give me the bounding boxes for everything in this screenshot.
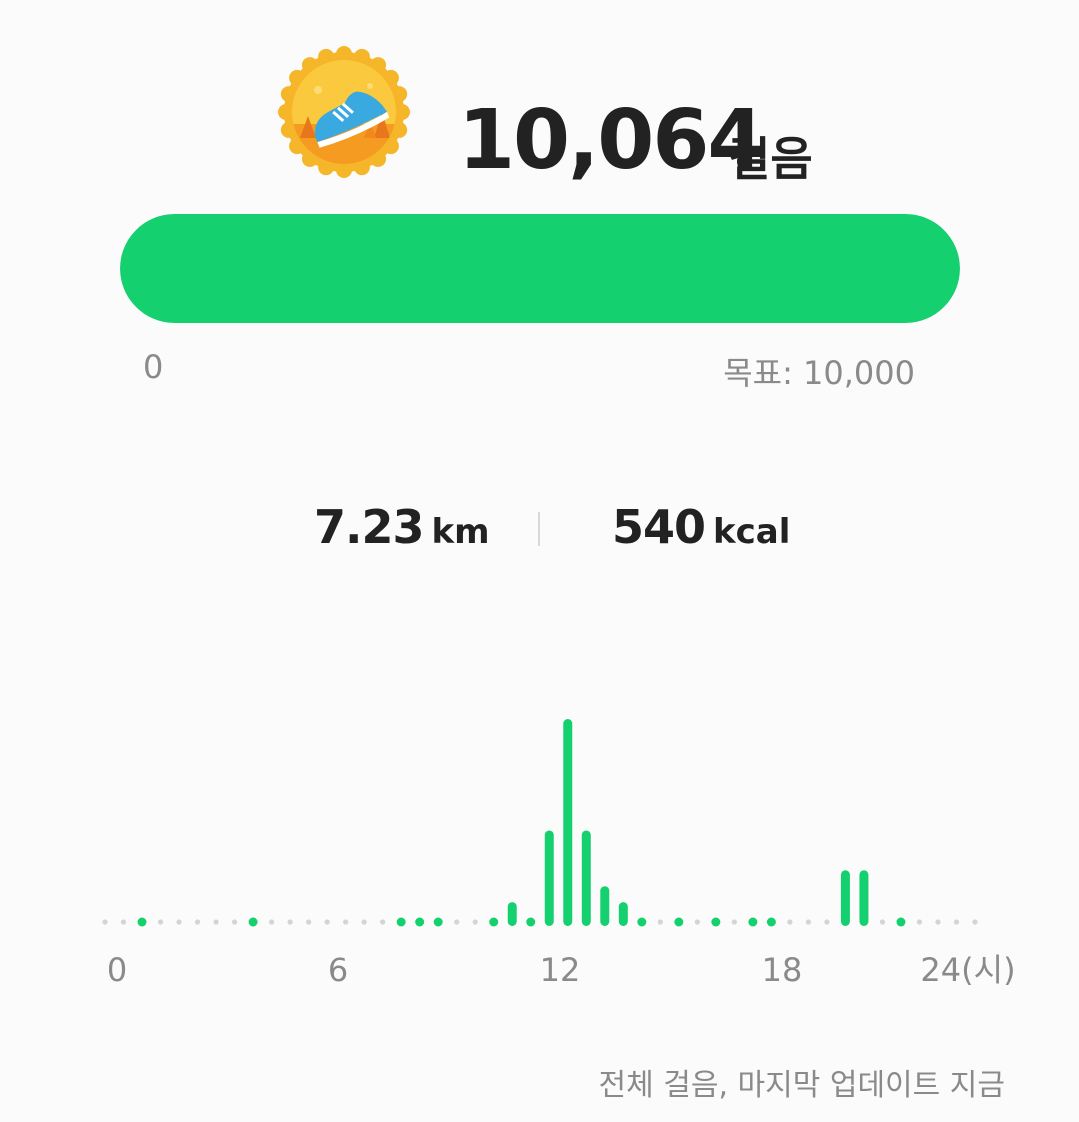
distance-value: 7.23 bbox=[314, 500, 424, 554]
chart-bar bbox=[766, 917, 776, 927]
distance-unit: km bbox=[431, 512, 490, 552]
chart-bar bbox=[507, 902, 517, 926]
chart-bar bbox=[526, 917, 536, 927]
chart-empty-dot bbox=[694, 919, 700, 925]
chart-empty-dot bbox=[176, 919, 182, 925]
chart-empty-dot bbox=[935, 919, 941, 925]
progress-goal-label: 목표: 10,000 bbox=[723, 354, 915, 392]
step-count-unit: 걸음 bbox=[728, 132, 813, 186]
stats-divider bbox=[538, 512, 540, 546]
x-tick-label: 6 bbox=[328, 951, 348, 989]
calories-value: 540 bbox=[612, 500, 706, 554]
chart-empty-dot bbox=[805, 919, 812, 925]
chart-empty-dot bbox=[972, 919, 978, 925]
chart-bar bbox=[581, 830, 591, 926]
chart-bar bbox=[396, 917, 406, 927]
chart-bar bbox=[896, 917, 906, 927]
chart-empty-dot bbox=[287, 919, 293, 925]
activity-stats: 7.23 km 540 kcal bbox=[0, 500, 1079, 560]
distance-stat: 7.23 km bbox=[314, 500, 490, 554]
chart-empty-dot bbox=[454, 919, 460, 925]
chart-bar bbox=[544, 830, 554, 926]
step-goal-progress-fill bbox=[120, 214, 960, 323]
chart-empty-dot bbox=[213, 919, 219, 925]
step-goal-progress-bar bbox=[120, 214, 960, 323]
hourly-steps-chart-svg: 0 6 12 18 24(시) bbox=[102, 719, 1016, 989]
chart-empty-dot bbox=[657, 919, 663, 925]
hourly-steps-chart: 0 6 12 18 24(시) bbox=[0, 700, 1079, 1000]
chart-empty-dot bbox=[194, 919, 201, 925]
chart-empty-dot bbox=[916, 919, 923, 925]
chart-bar bbox=[415, 917, 425, 927]
chart-bar bbox=[840, 870, 850, 926]
chart-empty-dot bbox=[120, 919, 127, 925]
x-tick-label: 0 bbox=[107, 951, 127, 989]
chart-empty-dot bbox=[380, 919, 386, 925]
chart-empty-dot bbox=[879, 919, 886, 925]
x-tick-label: 12 bbox=[540, 951, 581, 989]
chart-empty-dot bbox=[157, 919, 164, 925]
chart-bar bbox=[433, 917, 443, 927]
chart-bar bbox=[674, 917, 684, 927]
chart-bar bbox=[489, 917, 499, 927]
x-tick-label: 24(시) bbox=[920, 951, 1015, 989]
chart-bar bbox=[618, 902, 628, 926]
chart-empty-dot bbox=[953, 919, 960, 925]
chart-bar bbox=[137, 917, 147, 927]
steps-header: 10,064 걸음 bbox=[0, 40, 1079, 188]
chart-bar bbox=[563, 719, 573, 926]
chart-empty-dot bbox=[268, 919, 275, 925]
chart-empty-dot bbox=[824, 919, 830, 925]
chart-empty-dot bbox=[787, 919, 793, 925]
chart-empty-dot bbox=[731, 919, 737, 925]
chart-bar bbox=[748, 917, 758, 927]
progress-min-label: 0 bbox=[143, 348, 164, 386]
chart-empty-dot bbox=[472, 919, 478, 925]
step-count: 10,064 bbox=[458, 93, 764, 188]
running-shoe-badge-icon bbox=[278, 46, 410, 178]
chart-empty-dot bbox=[231, 919, 238, 925]
chart-bar bbox=[637, 917, 647, 927]
chart-empty-dot bbox=[343, 919, 349, 925]
chart-bar bbox=[859, 870, 869, 926]
chart-bar bbox=[248, 917, 258, 927]
chart-bar bbox=[600, 886, 610, 926]
calories-unit: kcal bbox=[713, 512, 791, 552]
chart-bar bbox=[711, 917, 721, 927]
calories-stat: 540 kcal bbox=[612, 500, 790, 554]
chart-empty-dot bbox=[361, 919, 367, 925]
chart-empty-dot bbox=[102, 919, 108, 925]
chart-empty-dot bbox=[306, 919, 312, 925]
last-update-status: 전체 걸음, 마지막 업데이트 지금 bbox=[598, 1068, 1005, 1103]
x-tick-label: 18 bbox=[762, 951, 803, 989]
chart-empty-dot bbox=[324, 919, 330, 925]
